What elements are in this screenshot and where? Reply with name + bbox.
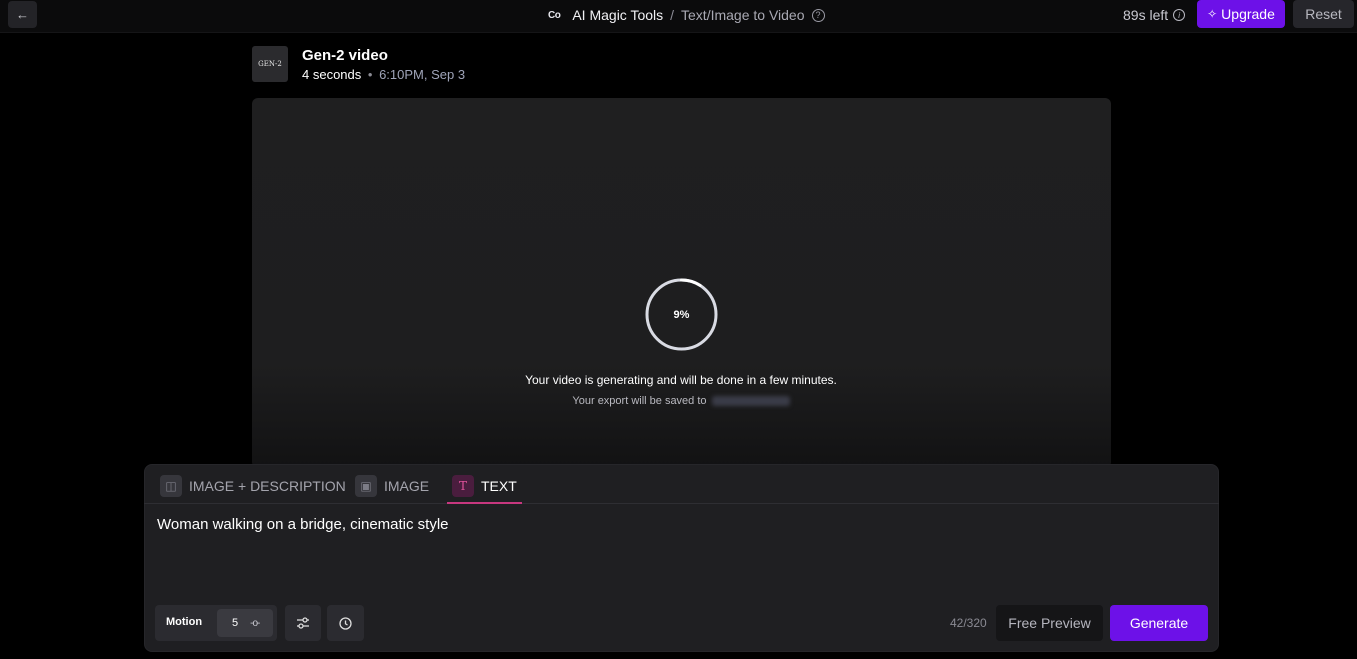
save-location-message: Your export will be saved to: [470, 395, 892, 407]
character-count: 42/320: [950, 616, 987, 630]
sparkle-icon: ✧: [1207, 7, 1218, 21]
active-tab-indicator: [447, 502, 522, 504]
image-description-icon: ◫: [160, 475, 182, 497]
video-title: Gen-2 video: [302, 47, 388, 64]
breadcrumb: Co AI Magic Tools / Text/Image to Video …: [548, 6, 825, 24]
breadcrumb-current-page: Text/Image to Video: [681, 7, 805, 23]
tab-text[interactable]: T TEXT: [452, 475, 517, 497]
video-thumbnail: GEN-2: [252, 46, 288, 82]
motion-label: Motion: [166, 616, 203, 628]
video-duration: 4 seconds: [302, 67, 362, 82]
upgrade-button[interactable]: ✧ Upgrade: [1197, 0, 1285, 28]
time-left-indicator: 89s left i: [1123, 7, 1186, 23]
tab-label: IMAGE: [384, 478, 430, 494]
motion-value-input[interactable]: 5 -o-: [217, 609, 273, 637]
generating-message: Your video is generating and will be don…: [525, 373, 837, 387]
tab-label: TEXT: [481, 478, 517, 494]
image-icon: ▣: [355, 475, 377, 497]
free-preview-button[interactable]: Free Preview: [996, 605, 1103, 641]
meta-separator: •: [367, 67, 373, 82]
settings-button[interactable]: [285, 605, 321, 641]
tabs-divider: [144, 503, 1219, 504]
video-timestamp: 6:10PM, Sep 3: [379, 67, 466, 82]
breadcrumb-app-link[interactable]: AI Magic Tools: [572, 7, 663, 23]
slider-icon: -o-: [250, 617, 260, 629]
time-left-text: 89s left: [1123, 7, 1169, 23]
save-message-text: Your export will be saved to: [572, 395, 707, 407]
generate-button[interactable]: Generate: [1110, 605, 1208, 641]
breadcrumb-separator: /: [670, 7, 675, 23]
history-button[interactable]: [327, 605, 364, 641]
app-logo: Co: [548, 9, 561, 21]
reset-button[interactable]: Reset: [1293, 0, 1354, 28]
text-icon: T: [452, 475, 474, 497]
blurred-destination: [711, 396, 790, 407]
info-icon[interactable]: i: [1173, 9, 1186, 21]
prompt-textarea[interactable]: Woman walking on a bridge, cinematic sty…: [157, 516, 449, 533]
motion-value: 5: [232, 617, 239, 629]
video-meta: 4 seconds • 6:10PM, Sep 3: [302, 67, 465, 82]
back-button[interactable]: ←: [8, 1, 37, 28]
upgrade-label: Upgrade: [1221, 6, 1275, 22]
progress-percent: 9%: [673, 308, 690, 321]
tab-image-description[interactable]: ◫ IMAGE + DESCRIPTION: [160, 475, 346, 497]
arrow-left-icon: ←: [16, 7, 29, 22]
help-icon[interactable]: ?: [811, 8, 825, 22]
sliders-icon: [297, 617, 309, 629]
tab-label: IMAGE + DESCRIPTION: [189, 478, 346, 494]
clock-icon: [339, 616, 352, 630]
tab-image[interactable]: ▣ IMAGE: [355, 475, 429, 497]
